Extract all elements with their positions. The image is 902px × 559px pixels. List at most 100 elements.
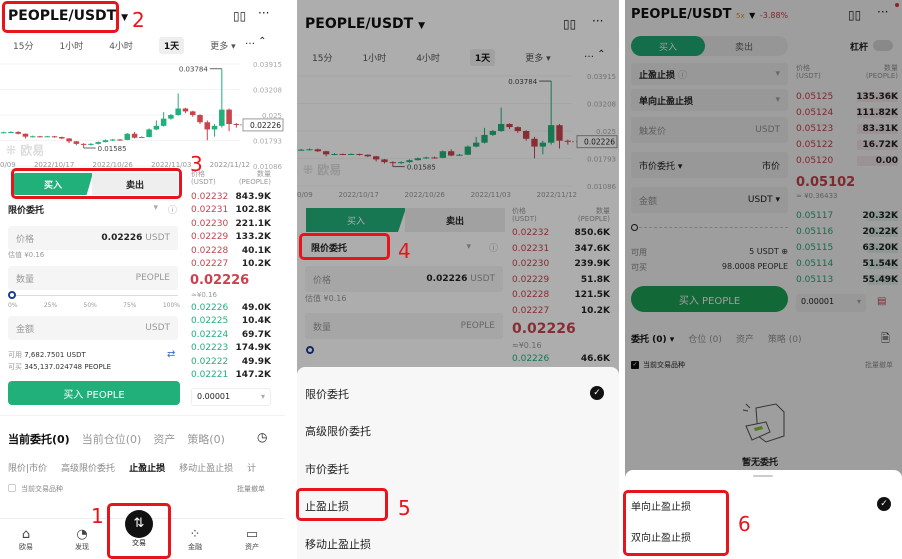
- menu-limit-order[interactable]: 限价委托: [305, 386, 349, 402]
- pair-selector[interactable]: PEOPLE/USDT 5x ▼ -3.88%: [631, 7, 788, 22]
- bid-row[interactable]: 0.05113 55.49K: [796, 275, 898, 285]
- bid-row[interactable]: 0.05114 51.54K: [796, 259, 898, 269]
- history-icon[interactable]: 🗎: [881, 330, 890, 349]
- tab-strategies[interactable]: 策略 (0): [768, 332, 802, 345]
- ask-row[interactable]: 0.05122 16.72K: [796, 140, 898, 150]
- tab-15m[interactable]: 15分: [13, 39, 33, 52]
- info-icon[interactable]: ⓘ: [168, 203, 177, 216]
- candlestick-icon[interactable]: ▯▯: [563, 17, 576, 31]
- leverage-toggle[interactable]: [873, 40, 893, 51]
- ask-row[interactable]: 0.02228 40.1K: [191, 246, 271, 256]
- tp-sl-mode-select[interactable]: 单向止盈止损 ▾: [631, 89, 788, 111]
- subtab-tp-sl[interactable]: 止盈止损: [129, 461, 165, 474]
- quantity-input[interactable]: 数量 PEOPLE: [305, 313, 503, 339]
- subtab-advanced-limit[interactable]: 高级限价委托: [61, 461, 115, 474]
- ask-row[interactable]: 0.02231 347.6K: [512, 244, 610, 254]
- market-order-select[interactable]: 市价委托 ▾ 市价: [631, 152, 788, 178]
- buy-people-button[interactable]: 买入 PEOPLE: [631, 286, 788, 312]
- transfer-icon[interactable]: ⇄: [167, 349, 175, 360]
- ask-row[interactable]: 0.05124 111.82K: [796, 108, 898, 118]
- history-icon[interactable]: ◷: [257, 430, 267, 444]
- sell-tab[interactable]: 卖出: [405, 208, 505, 232]
- tab-more[interactable]: 更多 ▾: [210, 39, 235, 52]
- subtab-more[interactable]: 计: [247, 461, 256, 474]
- bid-row[interactable]: 0.02225 10.4K: [191, 316, 271, 326]
- subtab-trailing[interactable]: 移动止盈止损: [179, 461, 233, 474]
- pair-selector[interactable]: PEOPLE/USDT ▼: [305, 16, 425, 32]
- more-icon[interactable]: ···: [877, 5, 888, 19]
- tab-strategies[interactable]: 策略(0): [187, 431, 225, 447]
- bid-row[interactable]: 0.02224 69.7K: [191, 330, 271, 340]
- ask-row[interactable]: 0.02227 10.2K: [191, 259, 271, 269]
- collapse-icon[interactable]: … ⌃: [245, 36, 267, 47]
- nav-home[interactable]: ⌂ 欧易: [6, 527, 46, 552]
- ask-row[interactable]: 0.05123 83.31K: [796, 124, 898, 134]
- menu-market-order[interactable]: 市价委托: [305, 461, 349, 477]
- bid-row[interactable]: 0.02222 49.9K: [191, 357, 271, 367]
- tab-positions[interactable]: 当前仓位(0): [82, 431, 142, 447]
- bid-row[interactable]: 0.05115 63.20K: [796, 243, 898, 253]
- slider-handle[interactable]: [8, 291, 16, 299]
- order-type-select[interactable]: 止盈止损 ⓘ ▾: [631, 63, 788, 85]
- buy-people-button[interactable]: 买入 PEOPLE: [8, 381, 180, 405]
- bid-row[interactable]: 0.05116 20.22K: [796, 227, 898, 237]
- ask-row[interactable]: 0.02232 843.9K: [191, 192, 271, 202]
- candlestick-icon[interactable]: ▯▯: [848, 8, 861, 22]
- bid-row[interactable]: 0.02226 46.6K: [512, 354, 610, 364]
- tab-15m[interactable]: 15分: [312, 51, 332, 64]
- price-chart[interactable]: 0.03915 0.03208 0.025 0.01793 0.01086 0.03784…: [297, 70, 619, 190]
- ask-row[interactable]: 0.02230 239.9K: [512, 259, 610, 269]
- ask-row[interactable]: 0.02230 221.1K: [191, 219, 271, 229]
- trigger-price-input[interactable]: 触发价 USDT: [631, 117, 788, 143]
- sell-tab[interactable]: 卖出: [735, 40, 753, 53]
- current-pair-checkbox[interactable]: [8, 484, 16, 492]
- tab-1h[interactable]: 1小时: [59, 39, 83, 52]
- tab-1d[interactable]: 1天: [158, 37, 185, 54]
- tab-more[interactable]: 更多 ▾: [525, 51, 550, 64]
- slider-handle[interactable]: [631, 224, 638, 231]
- ask-row[interactable]: 0.05125 135.36K: [796, 92, 898, 102]
- slider-handle[interactable]: [306, 346, 314, 354]
- sheet-handle[interactable]: [753, 475, 773, 477]
- tab-positions[interactable]: 仓位 (0): [688, 332, 722, 345]
- bid-row[interactable]: 0.05117 20.32K: [796, 211, 898, 221]
- tick-size-select[interactable]: 0.00001 ▾: [191, 388, 271, 406]
- ask-row[interactable]: 0.02231 102.8K: [191, 205, 271, 215]
- tab-1h[interactable]: 1小时: [362, 51, 386, 64]
- tab-4h[interactable]: 4小时: [109, 39, 133, 52]
- collapse-icon[interactable]: … ⌃: [584, 49, 606, 60]
- info-icon[interactable]: ⓘ: [489, 241, 498, 254]
- orderbook-layout-icon[interactable]: ▤: [877, 296, 889, 308]
- order-type-select[interactable]: 限价委托 ▾: [8, 203, 158, 216]
- tab-4h[interactable]: 4小时: [416, 51, 440, 64]
- ask-row[interactable]: 0.02227 10.2K: [512, 306, 610, 316]
- amount-slider[interactable]: [639, 227, 788, 228]
- add-icon[interactable]: ⊕: [781, 247, 788, 256]
- tab-open-orders[interactable]: 当前委托(0): [8, 431, 70, 447]
- menu-trailing-stop[interactable]: 移动止盈止损: [305, 536, 371, 552]
- quantity-input[interactable]: 数量 PEOPLE: [8, 266, 178, 290]
- bid-row[interactable]: 0.02226 49.0K: [191, 303, 271, 313]
- ask-row[interactable]: 0.02229 133.2K: [191, 232, 271, 242]
- nav-assets[interactable]: ▭ 资产: [232, 527, 272, 552]
- amount-input[interactable]: 金额 USDT: [8, 316, 178, 340]
- tab-orders[interactable]: 委托 (0) ▾: [631, 332, 674, 345]
- tab-1d[interactable]: 1天: [469, 49, 496, 66]
- bid-row[interactable]: 0.02223 174.9K: [191, 343, 271, 353]
- price-input[interactable]: 价格 0.02226 USDT: [305, 266, 503, 292]
- batch-cancel-button[interactable]: 批量撤单: [237, 484, 265, 494]
- tab-assets[interactable]: 资产: [153, 431, 175, 447]
- more-icon[interactable]: ···: [592, 14, 603, 28]
- batch-cancel-button[interactable]: 批量撤单: [865, 360, 893, 370]
- nav-finance[interactable]: ⁘ 金融: [175, 527, 215, 552]
- menu-advanced-limit[interactable]: 高级限价委托: [305, 423, 371, 439]
- price-input[interactable]: 价格 0.02226 USDT: [8, 226, 178, 250]
- ask-row[interactable]: 0.02228 121.5K: [512, 290, 610, 300]
- amount-input[interactable]: 金额 USDT ▾: [631, 187, 788, 213]
- more-icon[interactable]: ···: [258, 6, 269, 20]
- candlestick-icon[interactable]: ▯▯: [233, 9, 246, 23]
- current-pair-checkbox[interactable]: ✓: [631, 361, 639, 369]
- subtab-limit-market[interactable]: 限价|市价: [8, 461, 47, 474]
- ask-row[interactable]: 0.05120 0.00: [796, 156, 898, 166]
- amount-slider[interactable]: [8, 295, 178, 296]
